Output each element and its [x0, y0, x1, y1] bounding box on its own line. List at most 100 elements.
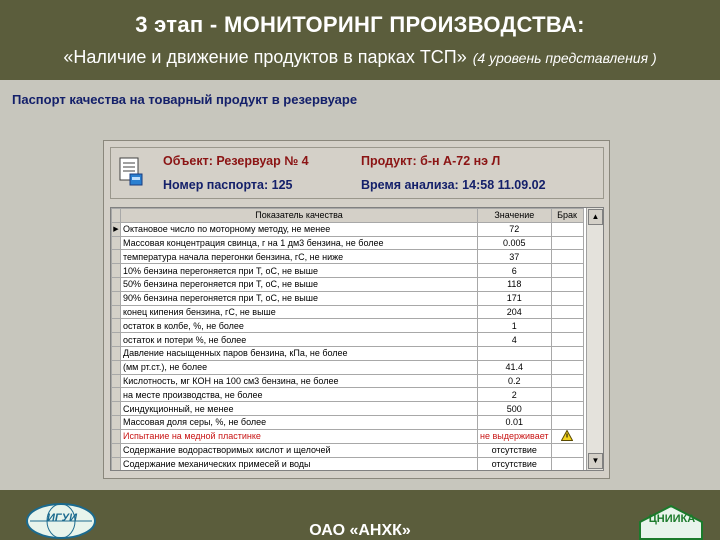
defect-cell[interactable] — [550, 345, 584, 361]
value-cell[interactable]: 2 — [477, 387, 552, 403]
defect-cell[interactable] — [550, 318, 584, 334]
indicator-name-cell[interactable]: температура начала перегонки бензина, гС… — [120, 249, 478, 265]
analysis-time-label: Время анализа: 14:58 11.09.02 — [361, 178, 546, 192]
defect-cell[interactable] — [550, 401, 584, 416]
row-indicator[interactable] — [111, 442, 121, 458]
table-row[interactable]: 90% бензина перегоняется при Т, оС, не в… — [111, 290, 584, 306]
defect-cell[interactable] — [550, 387, 584, 403]
column-header-indicator[interactable]: Показатель качества — [120, 208, 478, 223]
indicator-name-cell[interactable]: остаток и потери %, не более — [120, 332, 478, 347]
row-indicator[interactable] — [111, 345, 121, 361]
value-cell[interactable]: 4 — [477, 332, 552, 347]
indicator-name-cell[interactable]: Кислотность, мг КОН на 100 см3 бензина, … — [120, 373, 478, 389]
indicator-name-cell[interactable]: 90% бензина перегоняется при Т, оС, не в… — [120, 290, 478, 306]
row-indicator[interactable] — [111, 235, 121, 251]
defect-cell[interactable] — [550, 332, 584, 347]
value-cell[interactable]: 37 — [477, 249, 552, 265]
defect-cell[interactable] — [550, 276, 584, 292]
table-row[interactable]: Содержание механических примесей и воды о… — [111, 456, 584, 470]
indicator-name-cell[interactable]: Октановое число по моторному методу, не … — [120, 221, 478, 237]
row-indicator[interactable] — [111, 387, 121, 403]
row-indicator[interactable] — [111, 456, 121, 470]
value-cell[interactable]: 41.4 — [477, 359, 552, 375]
table-row[interactable]: Содержание водорастворимых кислот и щело… — [111, 442, 584, 458]
document-icon — [119, 157, 143, 186]
value-cell[interactable]: отсутствие — [477, 442, 552, 458]
table-row[interactable]: Давление насыщенных паров бензина, кПа, … — [111, 345, 584, 361]
value-cell[interactable] — [477, 345, 552, 361]
scroll-down-icon[interactable]: ▼ — [588, 453, 603, 469]
indicator-name-cell[interactable]: конец кипения бензина, гС, не выше — [120, 304, 478, 320]
indicator-name-cell[interactable]: на месте производства, не более — [120, 387, 478, 403]
scroll-up-icon[interactable]: ▲ — [588, 209, 603, 225]
indicator-name-cell[interactable]: 50% бензина перегоняется при Т, оС, не в… — [120, 276, 478, 292]
value-cell[interactable]: 1 — [477, 318, 552, 334]
row-indicator[interactable] — [111, 276, 121, 292]
table-row[interactable]: Массовая концентрация свинца, г на 1 дм3… — [111, 235, 584, 251]
indicator-name-cell[interactable]: Массовая концентрация свинца, г на 1 дм3… — [120, 235, 478, 251]
indicator-name-cell[interactable]: Испытание на медной пластинке — [120, 428, 478, 444]
table-row[interactable]: конец кипения бензина, гС, не выше 204 — [111, 304, 584, 320]
indicator-name-cell[interactable]: Массовая доля серы, %, не более — [120, 414, 478, 430]
value-cell[interactable]: 500 — [477, 401, 552, 416]
row-indicator[interactable] — [111, 318, 121, 334]
table-row[interactable]: (мм рт.ст.), не более 41.4 — [111, 359, 584, 375]
defect-cell[interactable] — [550, 442, 584, 458]
table-row[interactable]: остаток и потери %, не более 4 — [111, 332, 584, 347]
row-indicator[interactable] — [111, 249, 121, 265]
row-indicator[interactable] — [111, 401, 121, 416]
quality-grid[interactable]: Показатель качества Значение Брак ▶ Октан… — [110, 207, 604, 471]
defect-cell[interactable] — [550, 249, 584, 265]
table-row[interactable]: Кислотность, мг КОН на 100 см3 бензина, … — [111, 373, 584, 389]
defect-cell[interactable] — [550, 221, 584, 237]
value-cell[interactable]: 118 — [477, 276, 552, 292]
row-indicator[interactable]: ▶ — [111, 221, 121, 237]
table-row[interactable]: температура начала перегонки бензина, гС… — [111, 249, 584, 265]
defect-cell[interactable] — [550, 373, 584, 389]
row-indicator[interactable] — [111, 290, 121, 306]
vertical-scrollbar[interactable]: ▲ ▼ — [586, 208, 603, 470]
info-panel: Объект: Резервуар № 4 Продукт: б-н А-72 … — [110, 147, 604, 199]
indicator-name-cell[interactable]: 10% бензина перегоняется при Т, оС, не в… — [120, 263, 478, 278]
indicator-name-cell[interactable]: Содержание водорастворимых кислот и щело… — [120, 442, 478, 458]
column-header-value[interactable]: Значение — [477, 208, 552, 223]
table-row[interactable]: на месте производства, не более 2 — [111, 387, 584, 403]
table-row[interactable]: Массовая доля серы, %, не более 0.01 — [111, 414, 584, 430]
defect-cell[interactable] — [550, 263, 584, 278]
row-indicator[interactable] — [111, 428, 121, 444]
table-row[interactable]: 10% бензина перегоняется при Т, оС, не в… — [111, 263, 584, 278]
table-row[interactable]: ▶ Октановое число по моторному методу, не… — [111, 221, 584, 237]
value-cell[interactable]: 0.01 — [477, 414, 552, 430]
table-row[interactable]: Испытание на медной пластинке не выдержив… — [111, 428, 584, 444]
indicator-name-cell[interactable]: Синдукционный, не менее — [120, 401, 478, 416]
table-row[interactable]: 50% бензина перегоняется при Т, оС, не в… — [111, 276, 584, 292]
defect-cell[interactable] — [550, 359, 584, 375]
row-indicator[interactable] — [111, 263, 121, 278]
value-cell[interactable]: не выдерживает — [477, 428, 552, 444]
defect-cell[interactable] — [550, 428, 584, 444]
row-indicator[interactable] — [111, 373, 121, 389]
indicator-name-cell[interactable]: остаток в колбе, %, не более — [120, 318, 478, 334]
row-indicator[interactable] — [111, 304, 121, 320]
defect-cell[interactable] — [550, 290, 584, 306]
defect-cell[interactable] — [550, 235, 584, 251]
indicator-name-cell[interactable]: Содержание механических примесей и воды — [120, 456, 478, 470]
value-cell[interactable]: 0.2 — [477, 373, 552, 389]
table-row[interactable]: остаток в колбе, %, не более 1 — [111, 318, 584, 334]
defect-cell[interactable] — [550, 304, 584, 320]
row-indicator[interactable] — [111, 414, 121, 430]
value-cell[interactable]: 204 — [477, 304, 552, 320]
column-header-defect[interactable]: Брак — [550, 208, 584, 223]
value-cell[interactable]: 72 — [477, 221, 552, 237]
defect-cell[interactable] — [550, 414, 584, 430]
indicator-name-cell[interactable]: (мм рт.ст.), не более — [120, 359, 478, 375]
defect-cell[interactable] — [550, 456, 584, 470]
value-cell[interactable]: 171 — [477, 290, 552, 306]
value-cell[interactable]: 0.005 — [477, 235, 552, 251]
value-cell[interactable]: отсутствие — [477, 456, 552, 470]
row-indicator[interactable] — [111, 359, 121, 375]
value-cell[interactable]: 6 — [477, 263, 552, 278]
row-indicator[interactable] — [111, 332, 121, 347]
indicator-name-cell[interactable]: Давление насыщенных паров бензина, кПа, … — [120, 345, 478, 361]
table-row[interactable]: Синдукционный, не менее 500 — [111, 401, 584, 416]
